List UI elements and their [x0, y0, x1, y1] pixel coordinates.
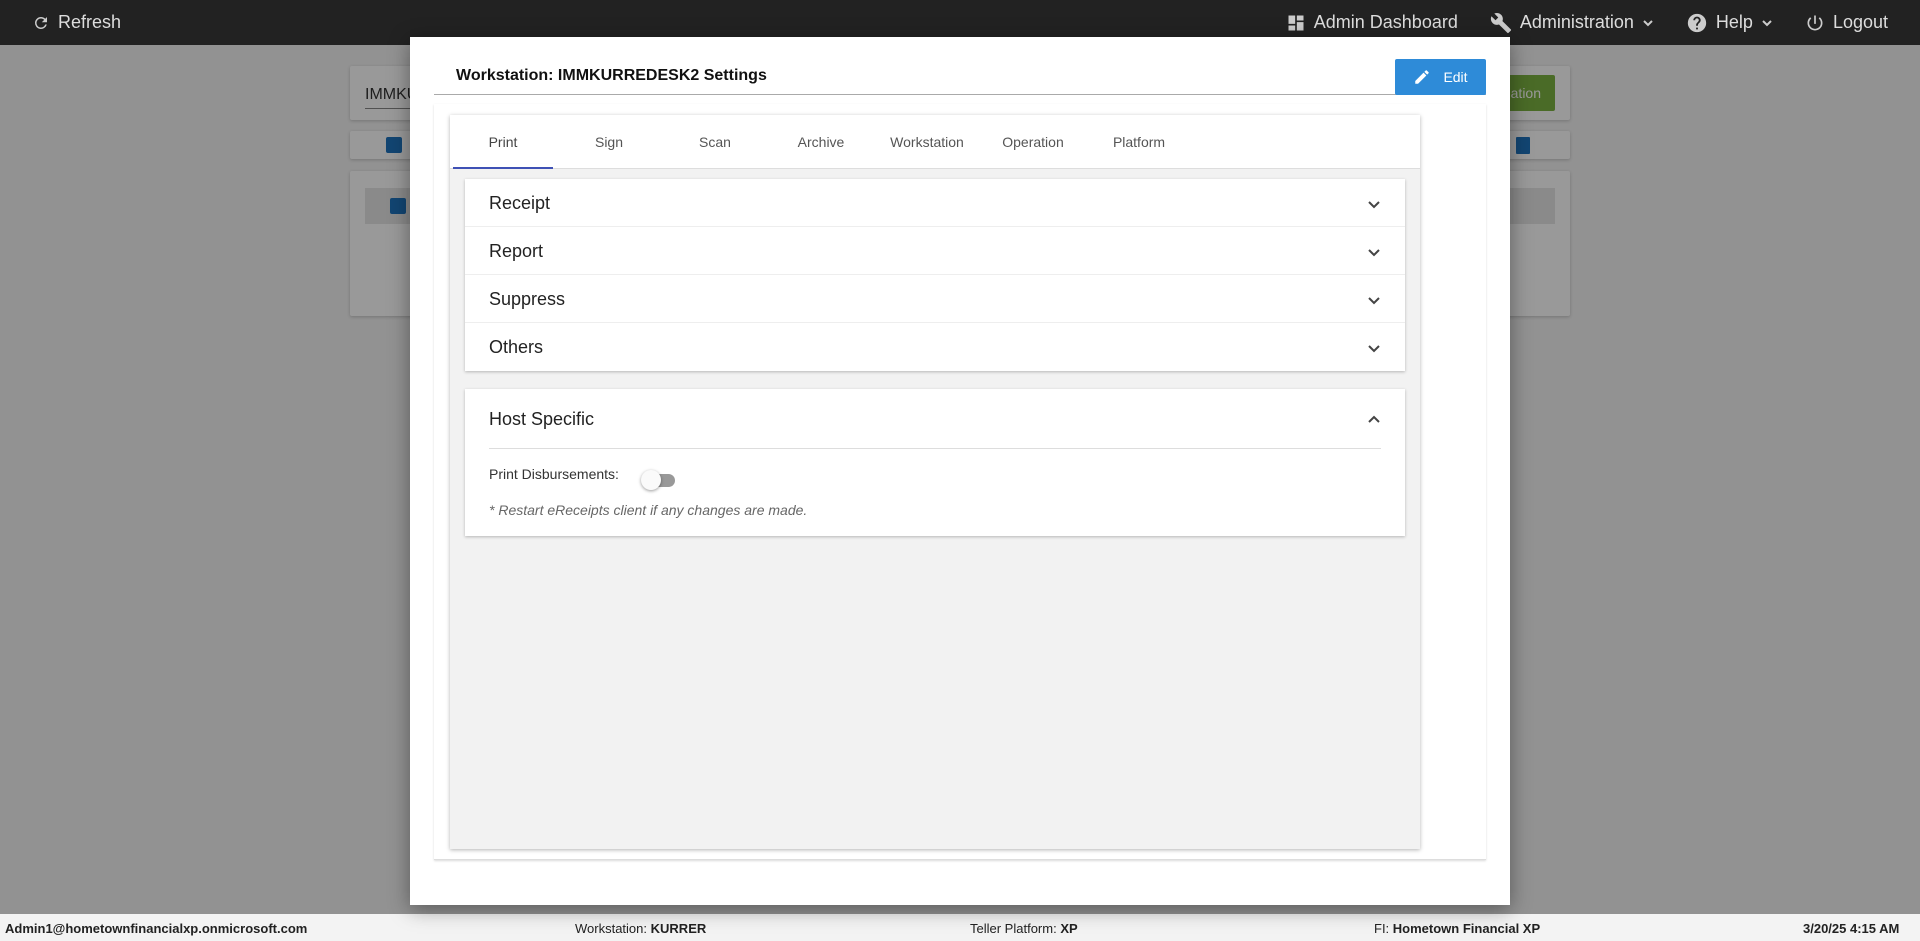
tab-platform[interactable]: Platform	[1089, 115, 1189, 169]
tab-archive[interactable]: Archive	[771, 115, 871, 169]
chevron-down-icon	[1367, 197, 1381, 215]
administration-menu[interactable]: Administration	[1490, 12, 1654, 34]
admin-dashboard-label: Admin Dashboard	[1313, 12, 1458, 32]
status-bar: Admin1@hometownfinancialxp.onmicrosoft.c…	[0, 914, 1920, 941]
help-icon	[1687, 13, 1707, 32]
print-sections-accordion: Receipt Report Suppress Others	[465, 179, 1405, 371]
section-report[interactable]: Report	[465, 227, 1405, 275]
host-specific-header[interactable]: Host Specific	[489, 389, 1381, 449]
status-platform: Teller Platform: XP	[970, 921, 1078, 936]
edit-label: Edit	[1443, 69, 1468, 85]
refresh-icon	[34, 16, 47, 29]
tab-print[interactable]: Print	[453, 115, 553, 169]
administration-label: Administration	[1519, 12, 1634, 32]
modal-header: Workstation: IMMKURREDESK2 Settings Edit	[434, 59, 1486, 95]
settings-tabs: Print Sign Scan Archive Workstation Oper…	[450, 115, 1420, 169]
host-specific-title: Host Specific	[489, 409, 595, 429]
status-datetime: 3/20/25 4:15 AM	[1803, 921, 1900, 936]
help-label: Help	[1715, 12, 1753, 32]
refresh-button[interactable]: Refresh	[32, 0, 121, 45]
tab-scan[interactable]: Scan	[665, 115, 765, 169]
section-receipt-label: Receipt	[489, 193, 551, 213]
tab-workstation[interactable]: Workstation	[877, 115, 977, 169]
help-menu[interactable]: Help	[1686, 12, 1773, 34]
section-report-label: Report	[489, 241, 544, 261]
print-disbursements-toggle[interactable]	[641, 469, 677, 491]
chevron-down-icon	[1367, 245, 1381, 263]
admin-dashboard-link[interactable]: Admin Dashboard	[1286, 12, 1458, 33]
logout-button[interactable]: Logout	[1805, 12, 1888, 33]
chevron-down-icon	[1762, 19, 1772, 26]
dashboard-icon	[1288, 15, 1304, 30]
host-specific-section: Host Specific Print Disbursements: * Res…	[465, 389, 1405, 536]
status-workstation: Workstation: KURRER	[575, 921, 707, 936]
power-icon	[1807, 15, 1823, 30]
modal-title: Workstation: IMMKURREDESK2 Settings	[456, 67, 767, 84]
toggle-knob	[641, 470, 661, 490]
chevron-down-icon	[1643, 19, 1653, 26]
status-fi: FI: Hometown Financial XP	[1374, 921, 1541, 936]
tab-operation[interactable]: Operation	[983, 115, 1083, 169]
tab-sign[interactable]: Sign	[559, 115, 659, 169]
wrench-icon	[1490, 12, 1511, 33]
settings-modal: Workstation: IMMKURREDESK2 Settings Edit…	[410, 37, 1510, 905]
section-others-label: Others	[489, 337, 544, 357]
section-suppress[interactable]: Suppress	[465, 275, 1405, 323]
restart-note: * Restart eReceipts client if any change…	[489, 502, 808, 518]
refresh-label: Refresh	[58, 12, 122, 32]
chevron-down-icon	[1367, 341, 1381, 359]
section-others[interactable]: Others	[465, 323, 1405, 371]
logout-label: Logout	[1832, 12, 1888, 32]
print-disbursements-label: Print Disbursements:	[489, 466, 619, 482]
section-receipt[interactable]: Receipt	[465, 179, 1405, 227]
chevron-down-icon	[1367, 293, 1381, 311]
section-suppress-label: Suppress	[489, 289, 566, 309]
edit-button[interactable]: Edit	[1395, 59, 1486, 95]
settings-panel: Print Sign Scan Archive Workstation Oper…	[450, 115, 1420, 849]
status-user: Admin1@hometownfinancialxp.onmicrosoft.c…	[5, 921, 308, 936]
pencil-icon	[1415, 70, 1430, 84]
chevron-up-icon	[1367, 411, 1381, 429]
